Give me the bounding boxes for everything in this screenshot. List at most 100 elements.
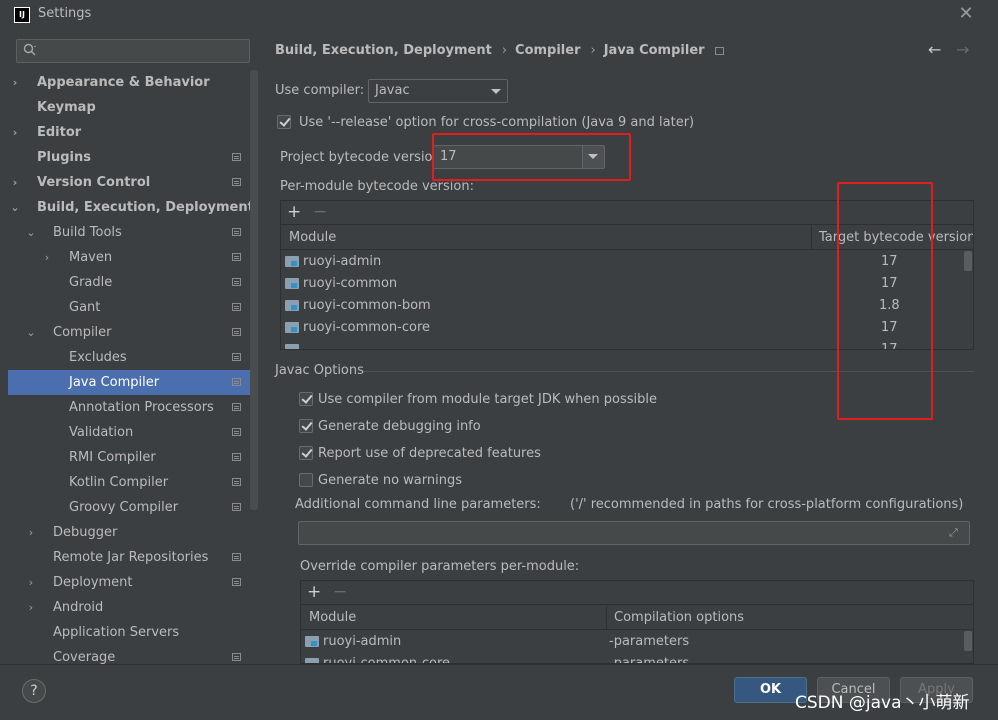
javac-option-checkbox[interactable] (299, 473, 313, 487)
sidebar-item[interactable]: Java Compiler (8, 370, 258, 395)
sidebar-item[interactable]: › Maven (8, 245, 258, 270)
column-divider (606, 606, 607, 630)
sidebar-item[interactable]: Annotation Processors (8, 395, 258, 420)
add-icon[interactable]: + (287, 202, 301, 222)
sidebar-item[interactable]: Coverage (8, 645, 258, 664)
module-folder-icon (285, 256, 299, 267)
annotation-box-project-bytecode (432, 133, 631, 181)
remove-icon[interactable]: − (313, 202, 327, 222)
javac-option-label: Generate debugging info (318, 419, 481, 434)
module-name: ruoyi-admin (303, 254, 382, 269)
sidebar-item-label: Version Control (37, 175, 151, 190)
sidebar-item[interactable]: RMI Compiler (8, 445, 258, 470)
chevron-down-icon[interactable]: ⌄ (26, 220, 36, 245)
sidebar-item[interactable]: Keymap (8, 95, 258, 120)
forward-arrow-icon[interactable]: → (956, 40, 974, 60)
sidebar-item[interactable]: ⌄ Build, Execution, Deployment (8, 195, 258, 220)
table-scrollbar[interactable] (964, 251, 972, 271)
sidebar-item[interactable]: › Editor (8, 120, 258, 145)
javac-option-label: Use compiler from module target JDK when… (318, 392, 657, 407)
project-scope-icon (232, 278, 241, 286)
module-folder-icon (305, 636, 319, 647)
sidebar-item[interactable]: Validation (8, 420, 258, 445)
remove-icon[interactable]: − (333, 582, 347, 602)
module-name: ruoyi-common-bom (303, 298, 431, 313)
sidebar-item-label: Build, Execution, Deployment (37, 200, 254, 215)
chevron-right-icon[interactable]: › (26, 570, 36, 595)
javac-option-checkbox[interactable] (299, 419, 313, 433)
chevron-down-icon[interactable]: ⌄ (10, 195, 20, 220)
dropdown-arrow-icon (491, 89, 501, 94)
sidebar-item-label: Excludes (69, 350, 127, 365)
column-header-module[interactable]: Module (309, 610, 356, 625)
sidebar-item[interactable]: › Debugger (8, 520, 258, 545)
table-scrollbar[interactable] (964, 631, 972, 651)
settings-dialog: IJ Settings ✕ › Appearance & Behavior Keym… (0, 0, 998, 720)
chevron-right-icon[interactable]: › (10, 70, 20, 95)
compilation-options-value: -parameters (609, 634, 690, 649)
search-icon (23, 43, 36, 56)
override-params-label: Override compiler parameters per-module: (300, 559, 580, 574)
sidebar-item-label: Groovy Compiler (69, 500, 179, 515)
add-icon[interactable]: + (307, 582, 321, 602)
chevron-down-icon[interactable]: ⌄ (26, 320, 36, 345)
sidebar-item[interactable]: Gradle (8, 270, 258, 295)
breadcrumb-separator: › (590, 43, 596, 58)
chevron-right-icon[interactable]: › (10, 170, 20, 195)
chevron-right-icon[interactable]: › (26, 520, 36, 545)
project-scope-icon (232, 328, 241, 336)
column-header-module[interactable]: Module (289, 230, 336, 245)
sidebar-item[interactable]: Gant (8, 295, 258, 320)
watermark: CSDN @java丶小萌新 (795, 693, 970, 713)
chevron-right-icon[interactable]: › (42, 245, 52, 270)
settings-search-input[interactable] (16, 39, 250, 63)
use-compiler-value: Javac (375, 83, 410, 98)
table-row[interactable]: ruoyi-admin -parameters (301, 631, 973, 653)
project-scope-icon (232, 153, 241, 161)
module-folder-icon (285, 278, 299, 289)
back-arrow-icon[interactable]: ← (928, 40, 946, 60)
project-scope-icon (232, 578, 241, 586)
table-row[interactable]: ruoyi-common-core -parameters (301, 653, 973, 663)
additional-params-hint: ('/' recommended in paths for cross-plat… (570, 497, 964, 512)
sidebar-item-label: Keymap (37, 100, 96, 115)
table-toolbar: + − (301, 581, 973, 605)
sidebar-item[interactable]: › Version Control (8, 170, 258, 195)
additional-params-input[interactable]: ⤢ (298, 521, 970, 545)
close-icon[interactable]: ✕ (958, 4, 974, 24)
sidebar-item[interactable]: Kotlin Compiler (8, 470, 258, 495)
module-folder-icon (285, 300, 299, 311)
expand-icon[interactable]: ⤢ (949, 526, 963, 540)
sidebar-item[interactable]: Application Servers (8, 620, 258, 645)
project-bytecode-label: Project bytecode version: (280, 150, 446, 165)
sidebar-item[interactable]: › Appearance & Behavior (8, 70, 258, 95)
java-compiler-panel: Build, Execution, Deployment › Compiler › Ja… (258, 32, 998, 664)
column-header-options[interactable]: Compilation options (614, 610, 744, 625)
sidebar-item[interactable]: › Android (8, 595, 258, 620)
sidebar-item[interactable]: ⌄ Build Tools (8, 220, 258, 245)
sidebar-item[interactable]: › Deployment (8, 570, 258, 595)
chevron-right-icon[interactable]: › (10, 120, 20, 145)
settings-sidebar: › Appearance & Behavior Keymap › Editor Plugi… (8, 32, 258, 664)
help-button[interactable]: ? (22, 679, 46, 703)
sidebar-item[interactable]: Excludes (8, 345, 258, 370)
sidebar-item[interactable]: Groovy Compiler (8, 495, 258, 520)
sidebar-item[interactable]: Plugins (8, 145, 258, 170)
annotation-box-target-column (837, 182, 933, 420)
javac-option-checkbox[interactable] (299, 446, 313, 460)
sidebar-item-label: Kotlin Compiler (69, 475, 169, 490)
sidebar-item[interactable]: Remote Jar Repositories (8, 545, 258, 570)
project-scope-icon (232, 253, 241, 261)
module-name: ruoyi-common-core (303, 320, 431, 335)
module-folder-icon (285, 322, 299, 333)
use-compiler-combobox[interactable]: Javac (368, 79, 508, 103)
chevron-right-icon[interactable]: › (26, 595, 36, 620)
sidebar-item[interactable]: ⌄ Compiler (8, 320, 258, 345)
sidebar-scrollbar[interactable] (250, 70, 258, 510)
sidebar-item-label: Editor (37, 125, 82, 140)
title-bar: IJ Settings ✕ (0, 0, 998, 30)
javac-option-label: Report use of deprecated features (318, 446, 541, 461)
javac-option-checkbox[interactable] (299, 392, 313, 406)
project-scope-icon (232, 478, 241, 486)
release-option-checkbox[interactable] (277, 115, 291, 129)
